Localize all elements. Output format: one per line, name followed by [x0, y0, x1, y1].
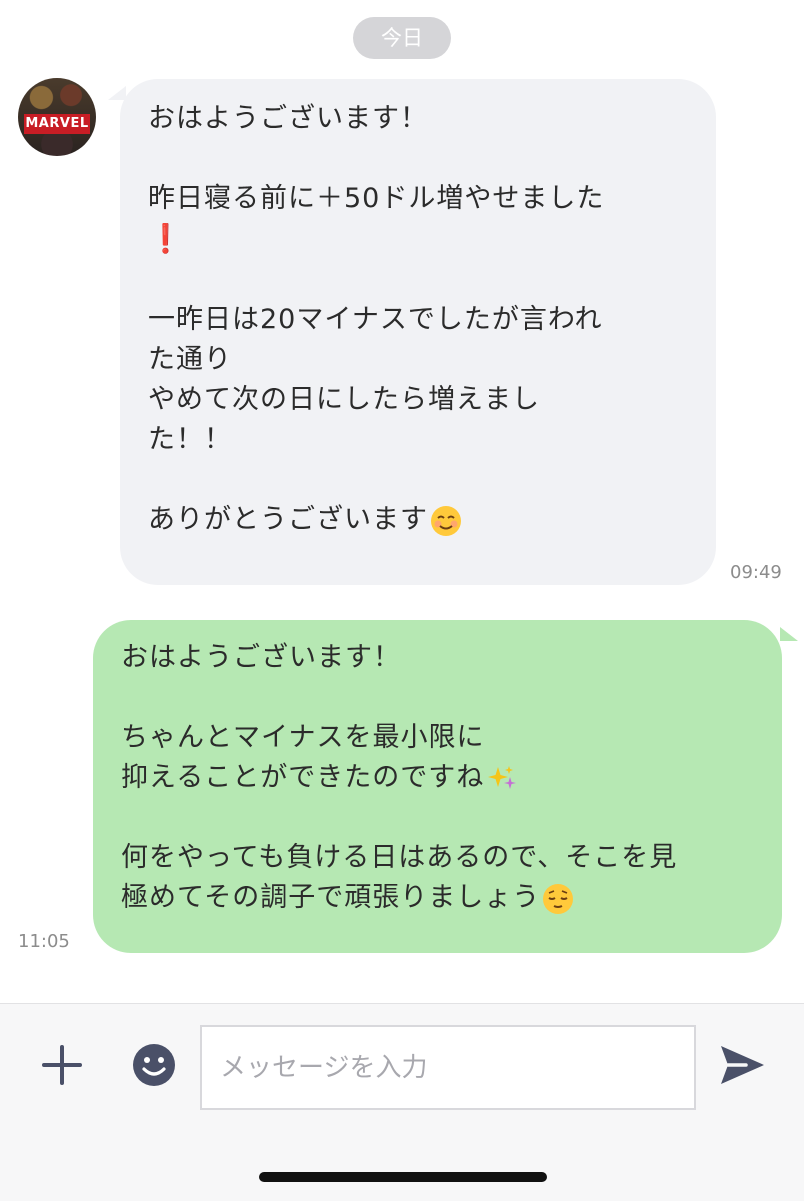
incoming-line: やめて次の日にしたら増えまし — [148, 384, 540, 415]
outgoing-bubble-tail — [780, 627, 798, 641]
contact-avatar[interactable]: MARVEL — [18, 78, 96, 156]
outgoing-timestamp: 11:05 — [18, 931, 70, 952]
relieved-face-icon — [543, 883, 574, 914]
home-indicator — [259, 1172, 547, 1182]
incoming-line: 昨日寝る前に＋50ドル増やせました — [148, 183, 605, 214]
send-icon[interactable] — [718, 1042, 766, 1088]
sparkles-icon — [488, 765, 517, 789]
smile-icon[interactable] — [132, 1043, 176, 1087]
plus-icon[interactable] — [40, 1043, 84, 1087]
incoming-line: おはようございます！ — [148, 103, 428, 134]
incoming-line: 一昨日は20マイナスでしたが言われ — [148, 304, 603, 335]
outgoing-message-bubble[interactable]: おはようございます！ ちゃんとマイナスを最小限に 抑えることができたのですね何をやっ… — [93, 620, 782, 953]
incoming-message-bubble[interactable]: おはようございます！ 昨日寝る前に＋50ドル増やせました ❗ 一昨日は20マイナスでし… — [120, 79, 716, 585]
avatar-logo-text: MARVEL — [24, 114, 90, 134]
incoming-line: た通り — [148, 344, 232, 375]
message-input[interactable] — [200, 1025, 696, 1110]
outgoing-line: おはようございます！ — [121, 642, 401, 673]
date-separator: 今日 — [353, 17, 451, 59]
outgoing-line: ちゃんとマイナスを最小限に — [121, 722, 485, 753]
exclamation-icon: ❗ — [148, 222, 184, 255]
smiling-face-icon — [431, 505, 461, 536]
incoming-timestamp: 09:49 — [730, 562, 782, 583]
incoming-line: ありがとうございます — [148, 504, 428, 535]
outgoing-line: 極めてその調子で頑張りましょう — [121, 882, 541, 913]
outgoing-line: 何をやっても負ける日はあるので、そこを見 — [121, 842, 678, 873]
incoming-bubble-tail — [108, 86, 126, 100]
incoming-line: た！！ — [148, 424, 232, 455]
outgoing-line: 抑えることができたのですね — [121, 762, 485, 793]
